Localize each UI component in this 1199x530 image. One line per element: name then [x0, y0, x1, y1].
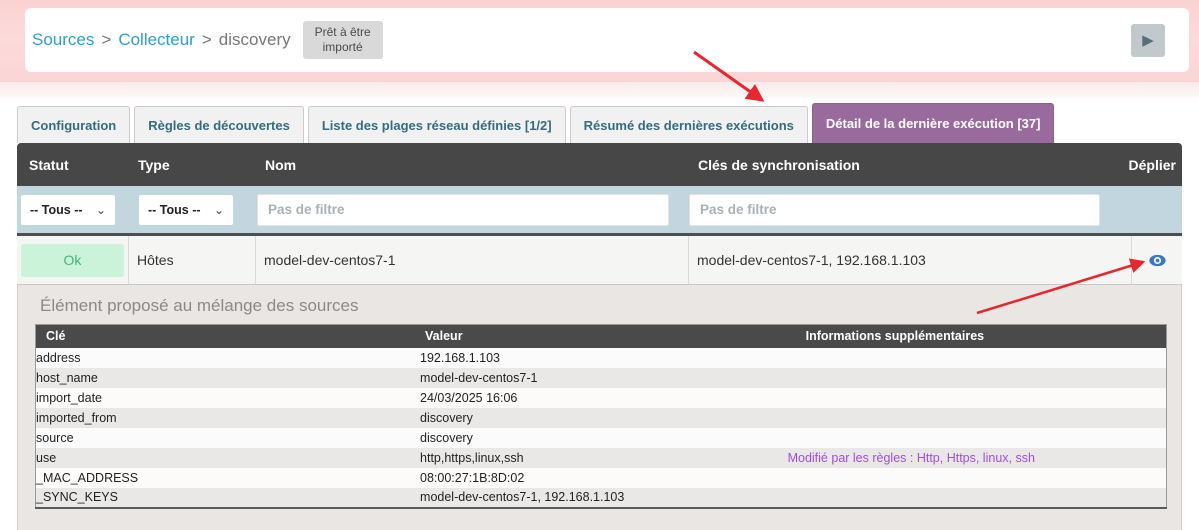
top-banner: Sources > Collecteur > discovery Prêt à …: [0, 0, 1199, 82]
detail-value: discovery: [420, 408, 788, 428]
detail-value: discovery: [420, 428, 788, 448]
detail-value: 192.168.1.103: [420, 348, 788, 368]
detail-info: [788, 368, 1167, 388]
column-header-cles-sync: Clés de synchronisation: [688, 157, 1131, 173]
detail-info: [788, 348, 1167, 368]
detail-key: address: [36, 348, 421, 368]
tab-regles-de-decouvertes[interactable]: Règles de découvertes: [134, 106, 304, 143]
detail-section: Élément proposé au mélange des sources C…: [17, 285, 1182, 530]
results-table: Statut Type Nom Clés de synchronisation …: [17, 143, 1182, 285]
eye-icon: [1149, 254, 1166, 267]
detail-row-use: use http,https,linux,ssh Modifié par les…: [36, 448, 1167, 468]
detail-value: model-dev-centos7-1: [420, 368, 788, 388]
breadcrumb-panel: Sources > Collecteur > discovery Prêt à …: [25, 8, 1189, 72]
detail-key: import_date: [36, 388, 421, 408]
type-filter-select[interactable]: -- Tous -- ⌄: [139, 195, 233, 225]
detail-table: Clé Valeur Informations supplémentaires …: [35, 324, 1167, 509]
column-header-deplier: Déplier: [1131, 157, 1182, 173]
results-table-header: Statut Type Nom Clés de synchronisation …: [17, 143, 1182, 186]
status-badge-line2: importé: [315, 40, 371, 55]
tab-liste-des-plages-reseau[interactable]: Liste des plages réseau définies [1/2]: [308, 106, 566, 143]
breadcrumb-collecteur[interactable]: Collecteur: [118, 30, 195, 50]
detail-row-source: source discovery: [36, 428, 1167, 448]
detail-section-title: Élément proposé au mélange des sources: [40, 296, 1167, 316]
detail-key: imported_from: [36, 408, 421, 428]
detail-info: [788, 488, 1167, 508]
status-badge-line1: Prêt à être: [315, 25, 371, 40]
detail-info: [788, 468, 1167, 488]
detail-column-valeur: Valeur: [420, 325, 788, 348]
run-button[interactable]: ▶: [1131, 24, 1165, 57]
status-badge: Prêt à être importé: [303, 21, 383, 59]
tab-detail-derniere-execution[interactable]: Détail de la dernière exécution [37]: [812, 103, 1055, 143]
column-header-statut: Statut: [17, 157, 128, 173]
column-header-nom: Nom: [255, 157, 688, 173]
detail-row-imported-from: imported_from discovery: [36, 408, 1167, 428]
detail-key: use: [36, 448, 421, 468]
breadcrumb-separator: >: [202, 30, 212, 50]
tab-resume-dernieres-executions[interactable]: Résumé des dernières exécutions: [570, 106, 808, 143]
detail-key: source: [36, 428, 421, 448]
detail-info: [788, 408, 1167, 428]
detail-row-mac-address: _MAC_ADDRESS 08:00:27:1B:8D:02: [36, 468, 1167, 488]
detail-key: _SYNC_KEYS: [36, 488, 421, 508]
detail-row-sync-keys: _SYNC_KEYS model-dev-centos7-1, 192.168.…: [36, 488, 1167, 508]
detail-value: 08:00:27:1B:8D:02: [420, 468, 788, 488]
play-icon: ▶: [1142, 33, 1154, 48]
tab-configuration[interactable]: Configuration: [17, 106, 130, 143]
table-row: Ok Hôtes model-dev-centos7-1 model-dev-c…: [17, 233, 1182, 285]
expand-row-button[interactable]: [1149, 254, 1166, 267]
filter-row: -- Tous -- ⌄ -- Tous -- ⌄: [17, 186, 1182, 233]
detail-info: [788, 388, 1167, 408]
status-filter-value: -- Tous --: [30, 203, 83, 217]
tab-bar: Configuration Règles de découvertes List…: [17, 103, 1199, 143]
row-type: Hôtes: [128, 236, 255, 284]
detail-column-cle: Clé: [36, 325, 421, 348]
detail-value: 24/03/2025 16:06: [420, 388, 788, 408]
detail-key: _MAC_ADDRESS: [36, 468, 421, 488]
breadcrumb: Sources > Collecteur > discovery: [32, 30, 291, 50]
breadcrumb-separator: >: [101, 30, 111, 50]
chevron-down-icon: ⌄: [96, 203, 106, 217]
detail-column-infos: Informations supplémentaires: [788, 325, 1167, 348]
detail-table-header: Clé Valeur Informations supplémentaires: [36, 325, 1167, 348]
status-filter-select[interactable]: -- Tous -- ⌄: [21, 195, 115, 225]
detail-value: http,https,linux,ssh: [420, 448, 788, 468]
breadcrumb-sources[interactable]: Sources: [32, 30, 94, 50]
detail-row-host-name: host_name model-dev-centos7-1: [36, 368, 1167, 388]
detail-value: model-dev-centos7-1, 192.168.1.103: [420, 488, 788, 508]
sync-keys-filter-input[interactable]: [689, 194, 1100, 226]
detail-key: host_name: [36, 368, 421, 388]
name-filter-input[interactable]: [257, 194, 669, 226]
detail-info: [788, 428, 1167, 448]
status-badge-ok: Ok: [21, 244, 124, 277]
detail-row-address: address 192.168.1.103: [36, 348, 1167, 368]
row-name: model-dev-centos7-1: [255, 236, 688, 284]
banner-fade-strip: [0, 82, 1199, 98]
column-header-type: Type: [128, 157, 255, 173]
detail-row-import-date: import_date 24/03/2025 16:06: [36, 388, 1167, 408]
type-filter-value: -- Tous --: [148, 203, 201, 217]
breadcrumb-current: discovery: [219, 30, 291, 50]
row-sync-keys: model-dev-centos7-1, 192.168.1.103: [688, 236, 1131, 284]
rule-modified-note: Modifié par les règles : Http, Https, li…: [788, 448, 1167, 468]
chevron-down-icon: ⌄: [214, 203, 224, 217]
